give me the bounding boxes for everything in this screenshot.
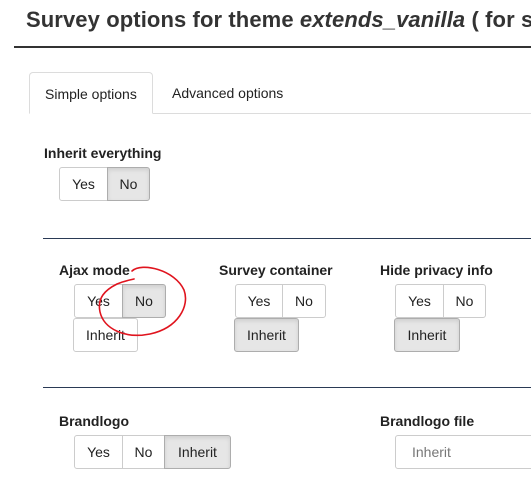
survey-container-yes-button[interactable]: Yes (235, 284, 283, 318)
brandlogo-no-button[interactable]: No (122, 435, 165, 469)
inherit-everything-toggle: Yes No (59, 167, 150, 201)
title-underline (14, 46, 531, 48)
brandlogo-file-select[interactable]: Inherit (395, 435, 531, 469)
brandlogo-file-label: Brandlogo file (380, 413, 475, 429)
inherit-everything-label: Inherit everything (44, 145, 162, 161)
ajax-mode-inherit-button[interactable]: Inherit (73, 318, 138, 352)
section-divider (43, 387, 531, 388)
hide-privacy-info-inherit-button[interactable]: Inherit (394, 318, 460, 352)
ajax-mode-label: Ajax mode (59, 262, 130, 278)
brandlogo-toggle: Yes No Inherit (74, 435, 231, 469)
theme-name: extends_vanilla (299, 7, 466, 32)
tab-simple-options[interactable]: Simple options (29, 72, 153, 114)
page-title-suffix: ( for s (465, 7, 531, 32)
survey-container-no-button[interactable]: No (282, 284, 326, 318)
brandlogo-yes-button[interactable]: Yes (74, 435, 123, 469)
page-title-prefix: Survey options for theme (26, 7, 300, 32)
ajax-mode-no-button[interactable]: No (122, 284, 166, 318)
brandlogo-inherit-button[interactable]: Inherit (164, 435, 231, 469)
inherit-everything-no-button[interactable]: No (107, 167, 150, 201)
survey-container-inherit-button[interactable]: Inherit (234, 318, 299, 352)
hide-privacy-info-no-button[interactable]: No (443, 284, 486, 318)
brandlogo-label: Brandlogo (59, 413, 129, 429)
page-title: Survey options for theme extends_vanilla… (26, 7, 531, 33)
hide-privacy-info-toggle: Yes No (395, 284, 486, 318)
tab-advanced-options[interactable]: Advanced options (157, 72, 298, 114)
ajax-mode-toggle: Yes No (74, 284, 166, 318)
survey-container-label: Survey container (219, 262, 333, 278)
hide-privacy-info-yes-button[interactable]: Yes (395, 284, 444, 318)
hide-privacy-info-label: Hide privacy info (380, 262, 493, 278)
inherit-everything-yes-button[interactable]: Yes (59, 167, 108, 201)
ajax-mode-yes-button[interactable]: Yes (74, 284, 123, 318)
section-divider (43, 238, 531, 239)
survey-container-toggle: Yes No (235, 284, 326, 318)
